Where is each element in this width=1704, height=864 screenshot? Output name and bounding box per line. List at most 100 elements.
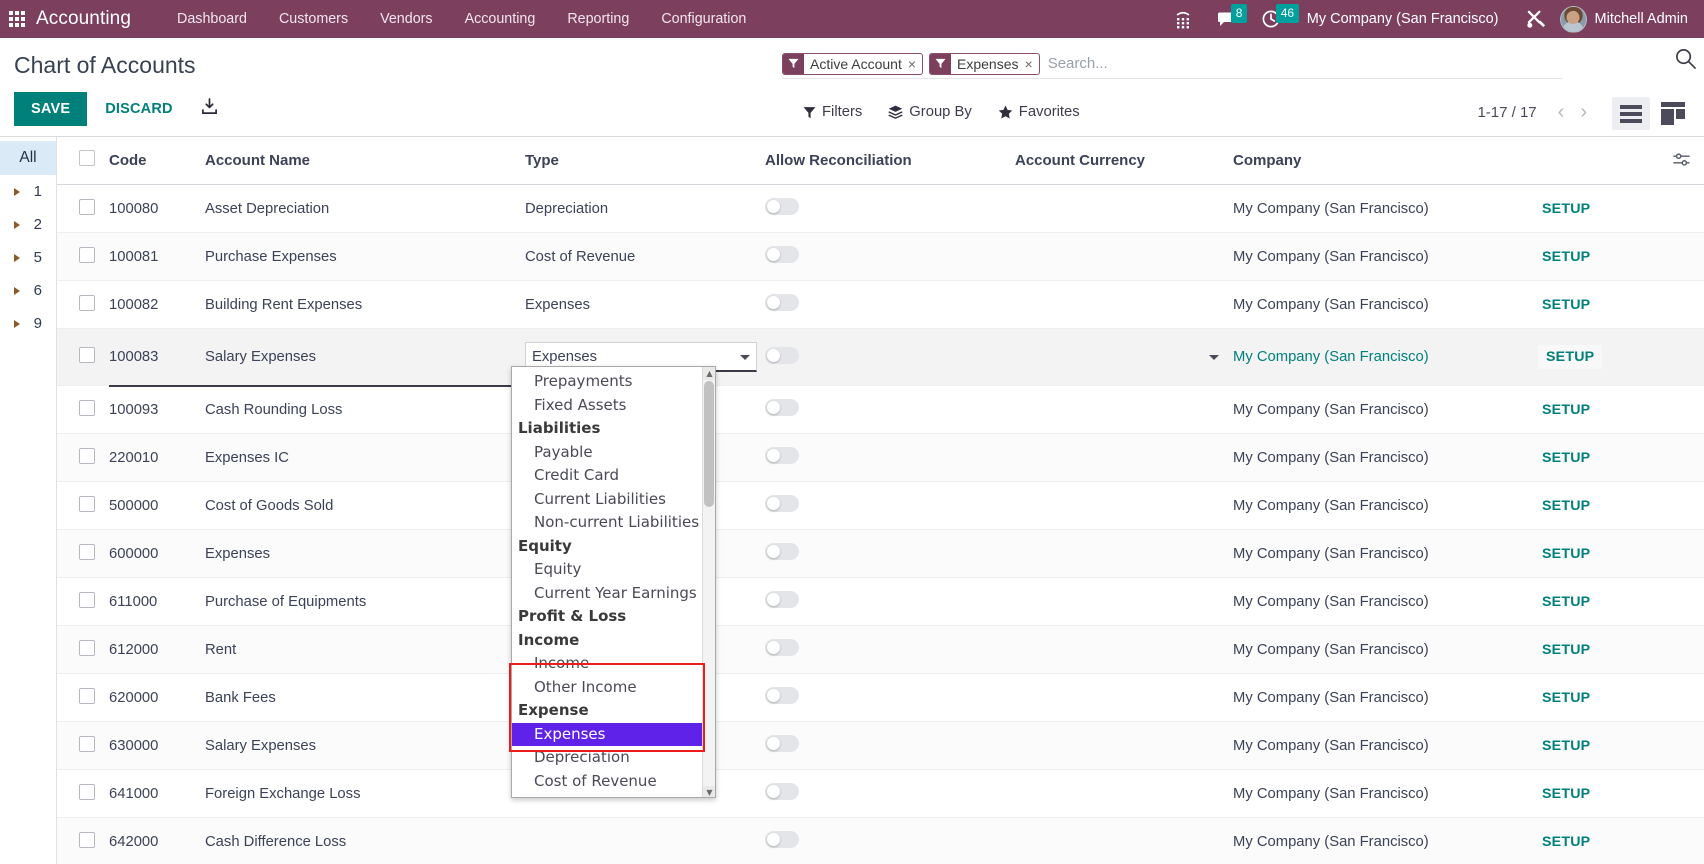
scroll-up-icon[interactable]: ▲	[703, 367, 715, 380]
table-row[interactable]: 220010 Expenses IC My Company (San Franc…	[57, 433, 1704, 482]
row-checkbox[interactable]	[79, 246, 95, 263]
setup-button[interactable]: SETUP	[1538, 738, 1590, 754]
reconcile-toggle[interactable]	[765, 198, 799, 215]
row-checkbox[interactable]	[79, 735, 95, 752]
dropdown-option-equity[interactable]: Equity	[512, 558, 715, 582]
sidebar-item-5[interactable]: 5	[0, 241, 56, 274]
dropdown-option-non-current-liabilities[interactable]: Non-current Liabilities	[512, 511, 715, 535]
chat-icon[interactable]: 8	[1204, 0, 1249, 38]
favorites-button[interactable]: Favorites	[985, 99, 1093, 125]
sidebar-item-2[interactable]: 2	[0, 208, 56, 241]
setup-button[interactable]: SETUP	[1538, 594, 1590, 610]
table-row[interactable]: 620000 Bank Fees My Company (San Francis…	[57, 673, 1704, 722]
setup-button[interactable]: SETUP	[1538, 450, 1590, 466]
cell-code[interactable]: 100083	[109, 328, 205, 387]
row-checkbox[interactable]	[79, 639, 95, 656]
discard-button[interactable]: DISCARD	[93, 92, 184, 126]
reconcile-toggle[interactable]	[765, 687, 799, 704]
avatar[interactable]	[1559, 5, 1587, 33]
search-input[interactable]	[1045, 55, 1562, 72]
reconcile-toggle[interactable]	[765, 294, 799, 311]
column-header-allow-reconciliation[interactable]: Allow Reconciliation	[765, 137, 1015, 185]
setup-button[interactable]: SETUP	[1538, 297, 1590, 313]
select-all-checkbox[interactable]	[79, 150, 95, 166]
table-row[interactable]: 630000 Salary Expenses My Company (San F…	[57, 721, 1704, 770]
table-row[interactable]: 100081 Purchase Expenses Cost of Revenue…	[57, 232, 1704, 281]
menu-item-dashboard[interactable]: Dashboard	[161, 2, 263, 36]
setup-button[interactable]: SETUP	[1538, 402, 1590, 418]
search-facet-expenses[interactable]: Expenses ×	[929, 52, 1040, 75]
row-checkbox[interactable]	[79, 399, 95, 416]
type-dropdown-menu[interactable]: Prepayments Fixed Assets Liabilities Pay…	[511, 366, 716, 798]
save-button[interactable]: SAVE	[14, 92, 88, 126]
column-header-code[interactable]: Code	[109, 137, 205, 185]
download-icon[interactable]	[191, 92, 228, 126]
pager-previous-button[interactable]: ‹	[1551, 102, 1572, 122]
scrollbar-thumb[interactable]	[704, 381, 714, 507]
scroll-down-icon[interactable]: ▼	[703, 786, 715, 797]
reconcile-toggle[interactable]	[765, 783, 799, 800]
dropdown-option-fixed-assets[interactable]: Fixed Assets	[512, 394, 715, 418]
reconcile-toggle[interactable]	[765, 639, 799, 656]
close-icon[interactable]: ×	[907, 54, 922, 74]
group-by-button[interactable]: Group By	[875, 99, 985, 125]
menu-item-vendors[interactable]: Vendors	[364, 2, 448, 36]
dialpad-icon[interactable]	[1162, 0, 1204, 38]
dropdown-option-current-liabilities[interactable]: Current Liabilities	[512, 488, 715, 512]
sidebar-item-6[interactable]: 6	[0, 274, 56, 307]
reconcile-toggle[interactable]	[765, 831, 799, 848]
setup-button[interactable]: SETUP	[1538, 642, 1590, 658]
dropdown-option-depreciation[interactable]: Depreciation	[512, 746, 715, 770]
cell-company[interactable]: My Company (San Francisco)	[1233, 328, 1538, 386]
app-brand-accounting[interactable]: Accounting	[34, 8, 137, 30]
sidebar-item-1[interactable]: 1	[0, 175, 56, 208]
reconcile-toggle[interactable]	[765, 399, 799, 416]
row-checkbox[interactable]	[79, 543, 95, 560]
setup-button[interactable]: SETUP	[1538, 834, 1590, 850]
currency-select-field[interactable]	[1015, 342, 1233, 372]
column-header-type[interactable]: Type	[525, 137, 765, 185]
table-row[interactable]: 100080 Asset Depreciation Depreciation M…	[57, 184, 1704, 233]
table-row-selected[interactable]: 100083 Salary Expenses Expenses My Compa…	[57, 328, 1704, 387]
reconcile-toggle[interactable]	[765, 543, 799, 560]
row-checkbox[interactable]	[79, 347, 95, 363]
column-header-account-name[interactable]: Account Name	[205, 137, 525, 185]
row-checkbox[interactable]	[79, 495, 95, 512]
filters-button[interactable]: Filters	[790, 99, 875, 125]
setup-button[interactable]: SETUP	[1538, 786, 1590, 802]
pager-next-button[interactable]: ›	[1573, 102, 1594, 122]
dropdown-option-income[interactable]: Income	[512, 652, 715, 676]
tools-icon[interactable]	[1513, 0, 1560, 38]
table-row[interactable]: 500000 Cost of Goods Sold My Company (Sa…	[57, 481, 1704, 530]
user-menu[interactable]: Mitchell Admin	[1595, 11, 1698, 27]
table-row[interactable]: 100093 Cash Rounding Loss My Company (Sa…	[57, 385, 1704, 434]
dropdown-option-prepayments[interactable]: Prepayments	[512, 370, 715, 394]
reconcile-toggle[interactable]	[765, 591, 799, 608]
setup-button[interactable]: SETUP	[1538, 345, 1603, 369]
row-checkbox[interactable]	[79, 831, 95, 848]
cell-account-name[interactable]: Salary Expenses	[205, 328, 525, 387]
dropdown-scrollbar[interactable]: ▲ ▼	[702, 367, 715, 797]
search-facet-active-account[interactable]: Active Account ×	[782, 52, 924, 75]
setup-button[interactable]: SETUP	[1538, 690, 1590, 706]
setup-button[interactable]: SETUP	[1538, 201, 1590, 217]
dropdown-option-expenses[interactable]: Expenses	[512, 722, 715, 746]
clock-icon[interactable]: 46	[1249, 0, 1300, 38]
table-row[interactable]: 642000 Cash Difference Loss My Company (…	[57, 817, 1704, 864]
company-switcher[interactable]: My Company (San Francisco)	[1293, 11, 1513, 27]
dropdown-option-cost-of-revenue[interactable]: Cost of Revenue	[512, 770, 715, 794]
sidebar-item-all[interactable]: All	[0, 141, 56, 175]
dropdown-option-credit-card[interactable]: Credit Card	[512, 464, 715, 488]
reconcile-toggle[interactable]	[765, 346, 799, 364]
column-header-company[interactable]: Company	[1233, 137, 1538, 185]
table-row[interactable]: 612000 Rent My Company (San Francisco) S…	[57, 625, 1704, 674]
dropdown-option-other-income[interactable]: Other Income	[512, 676, 715, 700]
optional-columns-toggle[interactable]	[1658, 137, 1704, 185]
row-checkbox[interactable]	[79, 687, 95, 704]
setup-button[interactable]: SETUP	[1538, 546, 1590, 562]
reconcile-toggle[interactable]	[765, 735, 799, 752]
setup-button[interactable]: SETUP	[1538, 249, 1590, 265]
row-checkbox[interactable]	[79, 198, 95, 215]
reconcile-toggle[interactable]	[765, 246, 799, 263]
menu-item-customers[interactable]: Customers	[263, 2, 364, 36]
